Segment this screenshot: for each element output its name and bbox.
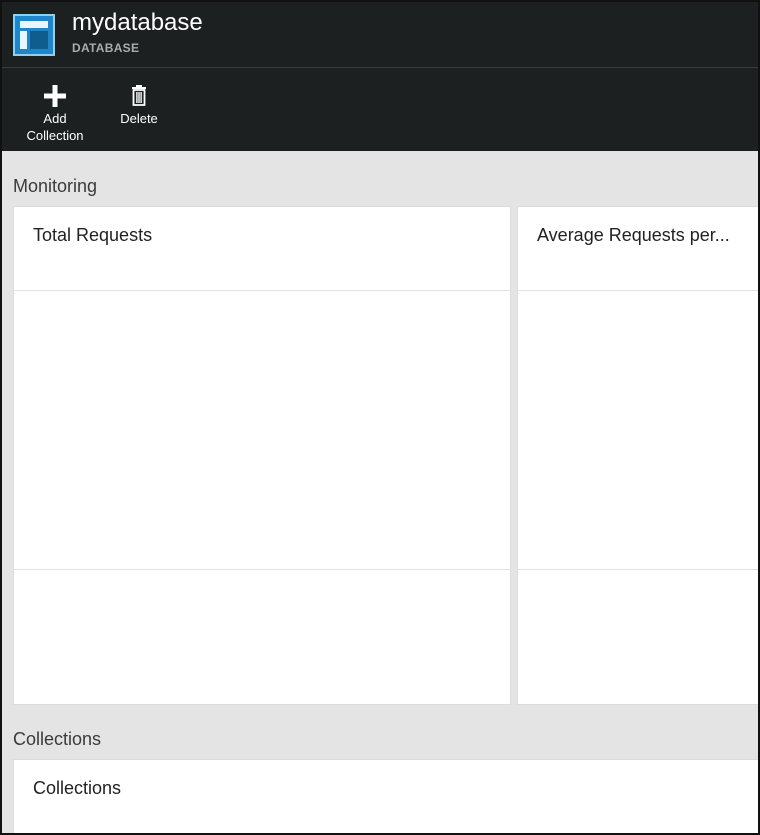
blade-header: mydatabase DATABASE <box>2 2 758 68</box>
tile-chart-area <box>518 291 758 570</box>
add-collection-label-line2: Collection <box>26 128 84 143</box>
add-collection-label-line1: Add <box>43 111 67 126</box>
collections-heading: Collections <box>13 729 102 749</box>
page-title: mydatabase <box>72 9 203 36</box>
database-icon <box>13 14 55 56</box>
tile-footer <box>14 571 510 704</box>
command-bar: Add Collection Delete <box>2 68 758 151</box>
tile-chart-area <box>14 291 510 570</box>
page-subtitle: DATABASE <box>72 41 140 55</box>
plus-icon <box>40 82 70 110</box>
collections-tile[interactable]: Collections <box>13 759 758 833</box>
database-blade: mydatabase DATABASE Add Collection Delet… <box>0 0 760 835</box>
delete-label: Delete <box>120 111 158 126</box>
tile-title: Average Requests per... <box>537 225 730 245</box>
tile-footer <box>518 571 758 704</box>
tile-title: Collections <box>33 778 122 798</box>
monitoring-heading: Monitoring <box>13 176 98 196</box>
add-collection-button[interactable]: Add Collection <box>18 68 92 151</box>
trash-icon <box>124 82 154 110</box>
average-requests-tile[interactable]: Average Requests per... <box>517 206 758 705</box>
delete-button[interactable]: Delete <box>108 68 170 151</box>
total-requests-tile[interactable]: Total Requests <box>13 206 511 705</box>
tile-title: Total Requests <box>33 225 153 245</box>
